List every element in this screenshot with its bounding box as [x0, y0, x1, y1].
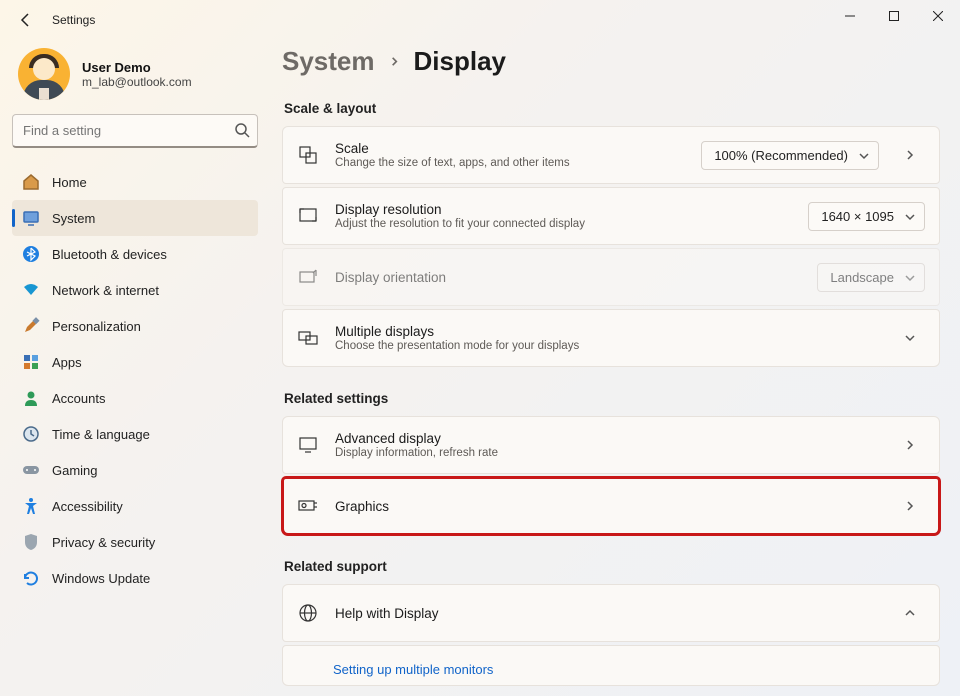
help-link-row[interactable]: Setting up multiple monitors: [282, 645, 940, 686]
sidebar-item-apps[interactable]: Apps: [12, 344, 258, 380]
card-scale[interactable]: Scale Change the size of text, apps, and…: [282, 126, 940, 184]
scale-expand[interactable]: [895, 149, 925, 161]
sidebar-item-gaming[interactable]: Gaming: [12, 452, 258, 488]
back-button[interactable]: [12, 6, 40, 34]
gamepad-icon: [22, 461, 40, 479]
sidebar-item-accounts[interactable]: Accounts: [12, 380, 258, 416]
sidebar-item-network[interactable]: Network & internet: [12, 272, 258, 308]
breadcrumb-current: Display: [414, 46, 507, 77]
sidebar-item-privacy[interactable]: Privacy & security: [12, 524, 258, 560]
system-icon: [22, 209, 40, 227]
profile-block[interactable]: User Demo m_lab@outlook.com: [18, 48, 252, 100]
clock-icon: [22, 425, 40, 443]
card-resolution[interactable]: Display resolution Adjust the resolution…: [282, 187, 940, 245]
close-button[interactable]: [916, 0, 960, 32]
sidebar-item-home[interactable]: Home: [12, 164, 258, 200]
person-icon: [22, 389, 40, 407]
card-orientation: Display orientation Landscape: [282, 248, 940, 306]
section-title-related-settings: Related settings: [284, 391, 940, 406]
search-icon: [234, 122, 250, 138]
sidebar-item-accessibility[interactable]: Accessibility: [12, 488, 258, 524]
sidebar-item-update[interactable]: Windows Update: [12, 560, 258, 596]
shield-icon: [22, 533, 40, 551]
avatar: [18, 48, 70, 100]
card-help-display[interactable]: Help with Display: [282, 584, 940, 642]
minimize-button[interactable]: [828, 0, 872, 32]
resolution-icon: [297, 205, 319, 227]
card-graphics[interactable]: Graphics: [282, 477, 940, 535]
sidebar-item-time[interactable]: Time & language: [12, 416, 258, 452]
brush-icon: [22, 317, 40, 335]
profile-name: User Demo: [82, 60, 192, 75]
monitor-icon: [297, 434, 319, 456]
help-link[interactable]: Setting up multiple monitors: [283, 646, 493, 685]
chevron-down-icon: [904, 211, 914, 221]
globe-icon: [297, 602, 319, 624]
breadcrumb-parent[interactable]: System: [282, 46, 375, 77]
advanced-nav[interactable]: [895, 439, 925, 451]
section-title-related-support: Related support: [284, 559, 940, 574]
section-title-scale-layout: Scale & layout: [284, 101, 940, 116]
graphics-icon: [297, 495, 319, 517]
resolution-dropdown[interactable]: 1640 × 1095: [808, 202, 925, 231]
window-title: Settings: [52, 13, 95, 27]
bluetooth-icon: [22, 245, 40, 263]
scale-icon: [297, 144, 319, 166]
apps-icon: [22, 353, 40, 371]
search-input[interactable]: [12, 114, 258, 148]
graphics-nav[interactable]: [895, 500, 925, 512]
orientation-dropdown: Landscape: [817, 263, 925, 292]
chevron-down-icon: [858, 150, 868, 160]
card-multiple-displays[interactable]: Multiple displays Choose the presentatio…: [282, 309, 940, 367]
chevron-right-icon: [389, 54, 400, 70]
home-icon: [22, 173, 40, 191]
multiple-expand[interactable]: [895, 332, 925, 344]
wifi-icon: [22, 281, 40, 299]
orientation-icon: [297, 266, 319, 288]
scale-dropdown[interactable]: 100% (Recommended): [701, 141, 879, 170]
sidebar-item-bluetooth[interactable]: Bluetooth & devices: [12, 236, 258, 272]
accessibility-icon: [22, 497, 40, 515]
help-collapse[interactable]: [895, 607, 925, 619]
breadcrumb: System Display: [282, 46, 940, 77]
profile-email: m_lab@outlook.com: [82, 75, 192, 89]
chevron-down-icon: [904, 272, 914, 282]
update-icon: [22, 569, 40, 587]
multiple-displays-icon: [297, 327, 319, 349]
sidebar-item-system[interactable]: System: [12, 200, 258, 236]
maximize-button[interactable]: [872, 0, 916, 32]
sidebar-item-personalization[interactable]: Personalization: [12, 308, 258, 344]
card-advanced-display[interactable]: Advanced display Display information, re…: [282, 416, 940, 474]
